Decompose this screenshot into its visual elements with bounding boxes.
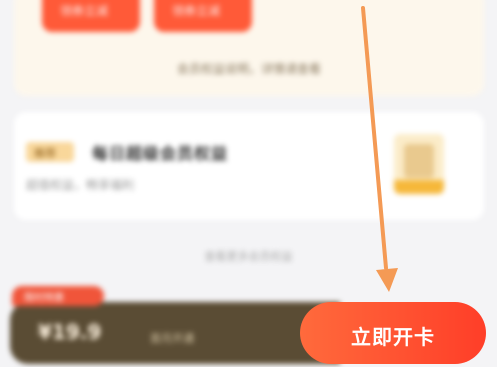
open-card-button[interactable]: 立即开卡 xyxy=(300,302,486,364)
coupon-card-1-label: 领券立减 xyxy=(60,4,109,18)
benefit-tag: 推荐 xyxy=(26,142,74,162)
thumbnail-base xyxy=(394,180,444,194)
benefit-thumbnail xyxy=(394,134,444,194)
screen: 领券立减 领券立减 会员权益说明，详情请查看 推荐 每日超级会员权益 超值权益，… xyxy=(0,0,497,367)
benefit-title: 每日超级会员权益 xyxy=(92,144,229,163)
promo-badge: 限时特惠 xyxy=(12,286,104,306)
open-card-button-label: 立即开卡 xyxy=(351,325,435,349)
top-card: 领券立减 领券立减 会员权益说明，详情请查看 xyxy=(14,0,484,96)
thumbnail-image xyxy=(404,144,434,178)
benefit-tag-label: 推荐 xyxy=(34,147,56,160)
more-benefits-link[interactable]: 查看更多会员权益 xyxy=(0,248,497,264)
price-value: ¥19.9 xyxy=(38,320,102,344)
coupon-card-2-label: 领券立减 xyxy=(172,4,221,18)
price-subtext: 首月开通 xyxy=(150,332,194,345)
arrow-head xyxy=(376,268,398,292)
benefit-subtitle: 超值权益，畅享福利 xyxy=(26,178,135,192)
top-card-note: 会员权益说明，详情请查看 xyxy=(176,62,321,76)
benefit-card[interactable]: 推荐 每日超级会员权益 超值权益，畅享福利 xyxy=(14,112,484,220)
coupon-card-2[interactable]: 领券立减 xyxy=(154,0,252,32)
promo-badge-label: 限时特惠 xyxy=(24,293,64,304)
coupon-card-1[interactable]: 领券立减 xyxy=(42,0,140,32)
